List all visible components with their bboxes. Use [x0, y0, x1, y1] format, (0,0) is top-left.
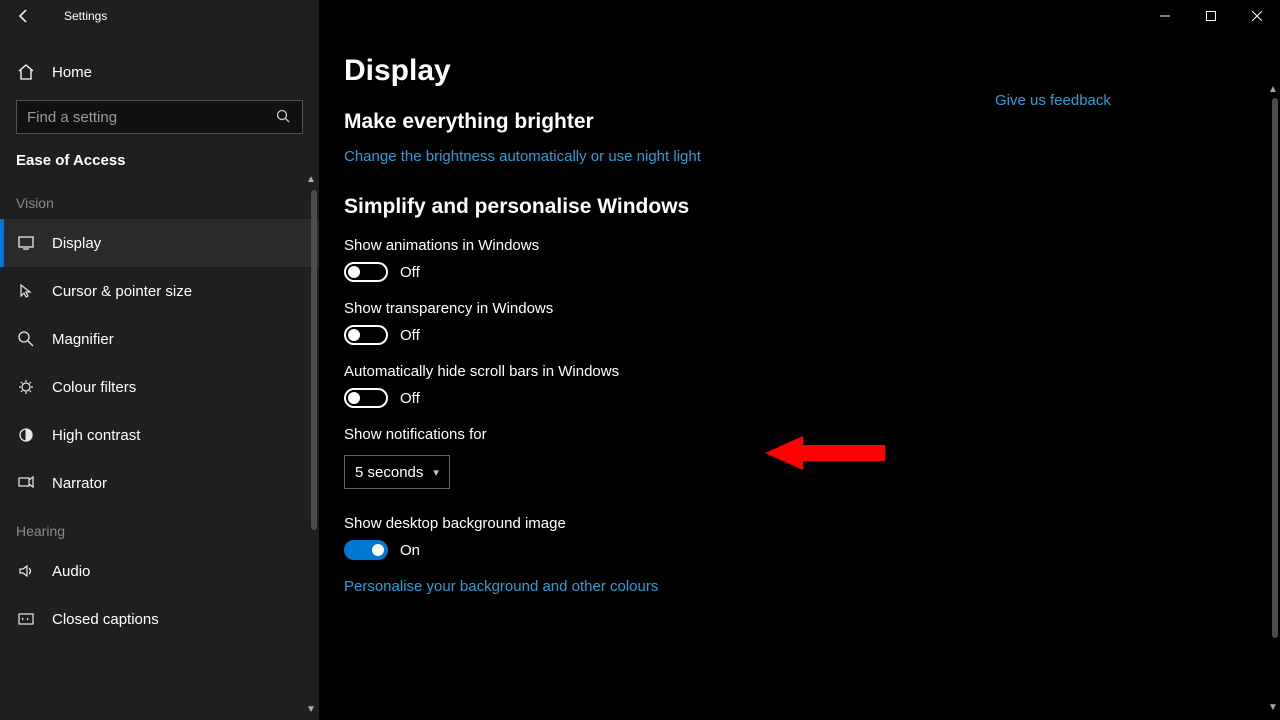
sidebar-scroll-up[interactable]: ▲ [305, 174, 317, 186]
personalise-link[interactable]: Personalise your background and other co… [344, 578, 995, 595]
page-title: Display [344, 54, 995, 88]
opt-desktopbg-state: On [400, 542, 420, 559]
search-box[interactable] [16, 100, 303, 134]
opt-scrollbars-state: Off [400, 390, 420, 407]
app-title: Settings [64, 9, 107, 23]
sidebar-item-label: Display [52, 235, 101, 252]
cursor-icon [16, 281, 36, 301]
opt-transparency-state: Off [400, 327, 420, 344]
opt-animations-state: Off [400, 264, 420, 281]
group-hearing-label: Hearing [0, 507, 319, 547]
search-icon [276, 109, 292, 125]
closed-captions-icon [16, 609, 36, 629]
main-content: Display Make everything brighter Change … [320, 0, 1280, 720]
sidebar-item-label: Magnifier [52, 331, 114, 348]
content-scroll-down[interactable]: ▼ [1266, 702, 1280, 716]
sidebar-item-label: High contrast [52, 427, 140, 444]
sidebar-item-colour-filters[interactable]: Colour filters [0, 363, 319, 411]
sidebar-item-closed-captions[interactable]: Closed captions [0, 595, 319, 643]
colour-filters-icon [16, 377, 36, 397]
opt-desktopbg-toggle[interactable] [344, 540, 388, 560]
opt-scrollbars-toggle[interactable] [344, 388, 388, 408]
back-button[interactable] [0, 0, 48, 32]
close-button[interactable] [1234, 0, 1280, 32]
sidebar-item-label: Closed captions [52, 611, 159, 628]
group-vision-label: Vision [0, 179, 319, 219]
opt-notifications-dropdown[interactable]: 5 seconds ▾ [344, 455, 450, 489]
category-label: Ease of Access [0, 146, 319, 179]
sidebar-item-label: Colour filters [52, 379, 136, 396]
opt-transparency-label: Show transparency in Windows [344, 300, 995, 317]
home-button[interactable]: Home [0, 48, 319, 96]
high-contrast-icon [16, 425, 36, 445]
search-input[interactable] [27, 109, 276, 126]
section-brighter-heading: Make everything brighter [344, 110, 995, 134]
opt-desktopbg-label: Show desktop background image [344, 515, 995, 532]
sidebar-item-cursor[interactable]: Cursor & pointer size [0, 267, 319, 315]
sidebar-item-display[interactable]: Display [0, 219, 319, 267]
maximize-button[interactable] [1188, 0, 1234, 32]
feedback-link[interactable]: Give us feedback [995, 92, 1163, 109]
sidebar-item-magnifier[interactable]: Magnifier [0, 315, 319, 363]
sidebar-item-narrator[interactable]: Narrator [0, 459, 319, 507]
home-label: Home [52, 64, 92, 81]
sidebar-item-label: Audio [52, 563, 90, 580]
titlebar: Settings [0, 0, 1280, 32]
chevron-down-icon: ▾ [433, 466, 439, 479]
opt-notifications-value: 5 seconds [355, 464, 423, 481]
content-scrollbar[interactable] [1272, 98, 1278, 638]
sidebar-scroll-down[interactable]: ▼ [305, 704, 317, 716]
sidebar-item-label: Cursor & pointer size [52, 283, 192, 300]
display-icon [16, 233, 36, 253]
narrator-icon [16, 473, 36, 493]
sidebar: Home Ease of Access Vision Display Curso… [0, 0, 320, 720]
opt-animations-label: Show animations in Windows [344, 237, 995, 254]
minimize-button[interactable] [1142, 0, 1188, 32]
opt-animations-toggle[interactable] [344, 262, 388, 282]
home-icon [16, 62, 36, 82]
audio-icon [16, 561, 36, 581]
magnifier-icon [16, 329, 36, 349]
section-simplify-heading: Simplify and personalise Windows [344, 195, 995, 219]
opt-transparency-toggle[interactable] [344, 325, 388, 345]
content-scroll-up[interactable]: ▲ [1266, 84, 1280, 98]
opt-notifications-label: Show notifications for [344, 426, 995, 443]
sidebar-item-label: Narrator [52, 475, 107, 492]
brightness-link[interactable]: Change the brightness automatically or u… [344, 148, 995, 165]
sidebar-item-high-contrast[interactable]: High contrast [0, 411, 319, 459]
opt-scrollbars-label: Automatically hide scroll bars in Window… [344, 363, 995, 380]
sidebar-item-audio[interactable]: Audio [0, 547, 319, 595]
